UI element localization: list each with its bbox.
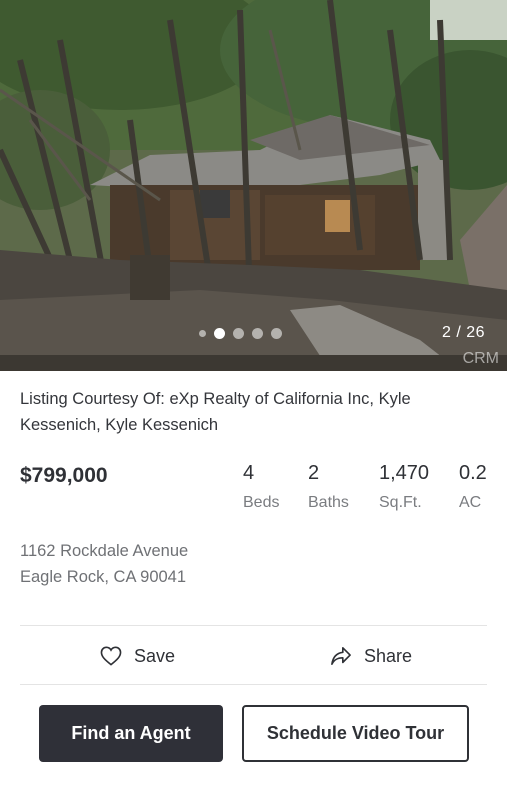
listing-address[interactable]: 1162 Rockdale Avenue Eagle Rock, CA 9004… [20,538,188,590]
stat-value: 1,470 [379,462,430,484]
stat-sqft: 1,470 Sq.Ft. [379,462,429,512]
save-label: Save [134,645,176,666]
address-line-2: Eagle Rock, CA 90041 [20,568,187,586]
photo-counter: 2 / 26 [441,324,485,341]
stat-label: Sq.Ft. [379,494,422,511]
listing-photo-carousel[interactable]: 2 / 26 CRM [0,0,507,371]
address-line-1: 1162 Rockdale Avenue [20,542,189,560]
stat-acres: 0.2 AC [459,462,487,512]
share-button[interactable]: Share [330,640,412,672]
stat-value: 4 [243,462,255,484]
stat-beds: 4 Beds [243,462,279,512]
find-agent-button[interactable]: Find an Agent [39,705,223,762]
divider [20,684,487,685]
stat-value: 0.2 [459,462,487,484]
photo-watermark: CRM [462,350,499,367]
share-label: Share [364,645,413,666]
stat-baths: 2 Baths [308,462,349,512]
carousel-dot-active[interactable] [214,328,225,339]
stat-label: Beds [243,494,280,511]
house-photo [0,0,507,371]
carousel-dot[interactable] [199,330,206,337]
carousel-dot[interactable] [252,328,263,339]
heart-icon [100,646,122,666]
schedule-video-tour-button[interactable]: Schedule Video Tour [242,705,469,762]
listing-price: $799,000 [20,464,108,487]
save-button[interactable]: Save [100,640,175,672]
carousel-dots [199,328,282,339]
carousel-dot[interactable] [233,328,244,339]
listing-courtesy: Listing Courtesy Of: eXp Realty of Calif… [20,390,411,434]
divider [20,625,487,626]
carousel-dot[interactable] [271,328,282,339]
stat-label: AC [459,494,482,511]
share-icon [331,647,351,665]
stat-value: 2 [308,462,320,484]
stat-label: Baths [308,494,349,511]
